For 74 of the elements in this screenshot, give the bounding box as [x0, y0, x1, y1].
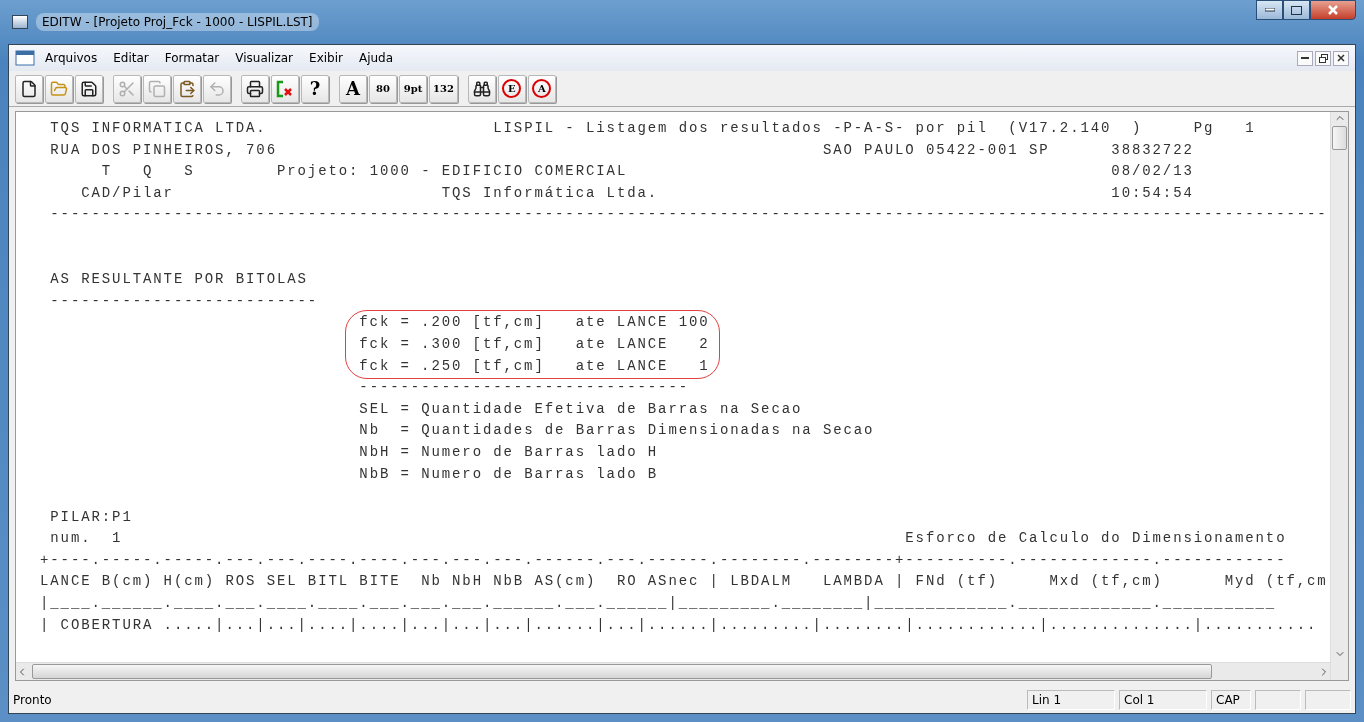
toolbar-button[interactable]: 132	[429, 74, 458, 103]
cut-icon	[118, 79, 136, 98]
listing-line: --------------------------	[49, 291, 319, 311]
open-folder-icon	[50, 79, 68, 98]
toolbar-button[interactable]	[467, 74, 496, 103]
menu-item[interactable]: Editar	[107, 49, 155, 67]
listing-line: T Q S Projeto: 1000 - EDIFICIO COMERCIAL 08/02/13	[100, 162, 1194, 182]
listing-line: |____.______.____.___.____.____.___.___.___.______.___.______|_________.________|_____________._____________.___________	[40, 594, 1277, 614]
toolbar-button[interactable]	[241, 74, 269, 103]
listing-line: TQS INFORMATICA LTDA. LISPIL - Listagem dos resultados -P-A-S- por pil (V17.2.140 ) Pg 1	[49, 119, 1256, 138]
listing-line: fck = .250 [tf,cm] ate LANCE 1	[359, 356, 710, 376]
listing-line: RUA DOS PINHEIROS, 706 SAO PAULO 05422-001 SP 38832722	[49, 140, 1194, 160]
status-panel	[1255, 690, 1301, 710]
close-button[interactable]	[1333, 50, 1349, 66]
listing-line: fck = .200 [tf,cm] ate LANCE 100	[359, 313, 710, 333]
minimize-icon	[1301, 56, 1309, 60]
menu-item[interactable]: Visualizar	[229, 49, 300, 67]
menu-item[interactable]: Arquivos	[39, 49, 104, 67]
close-icon	[1337, 54, 1345, 62]
binoculars-icon	[472, 79, 491, 98]
horizontal-scrollbar[interactable]	[16, 662, 1330, 680]
close-button[interactable]	[1310, 0, 1356, 20]
vertical-scrollbar[interactable]	[1330, 112, 1348, 680]
app-icon	[12, 15, 28, 29]
listing-line: LANCE B(cm) H(cm) ROS SEL BITL BITE Nb NbH NbB AS(cm) RO ASnec | LBDALM LAMBDA | FNd (tf) Mxd (tf,cm) Myd (tf,cm	[40, 572, 1328, 592]
toolbar-button[interactable]: E	[497, 74, 526, 103]
copy-icon	[148, 79, 166, 98]
scrollbar-thumb[interactable]	[1332, 126, 1347, 150]
toolbar-button[interactable]: ?	[301, 74, 329, 103]
toolbar-button[interactable]	[75, 74, 103, 103]
listing-line: num. 1 Esforco de Calculo do Dimensionamento	[49, 529, 1287, 549]
listing-line: fck = .300 [tf,cm] ate LANCE 2	[359, 334, 710, 354]
minimize-button[interactable]	[1256, 0, 1283, 20]
listing-line: SEL = Quantidade Efetiva de Barras na Secao	[358, 399, 803, 419]
listing-line: | COBERTURA .....|...|...|....|....|...|...|...|......|...|......|.........|........|............|..............|...........	[40, 615, 1318, 635]
scrollbar-thumb[interactable]	[32, 664, 1212, 679]
maximize-icon	[1291, 5, 1302, 15]
toolbar-button[interactable]: 9pt	[399, 74, 427, 103]
toolbar-button[interactable]: 80	[369, 74, 397, 103]
menu-item[interactable]: Formatar	[158, 49, 226, 67]
listing-line: AS RESULTANTE POR BITOLAS	[49, 270, 308, 290]
new-file-icon	[20, 79, 38, 98]
menu-item[interactable]: Exibir	[303, 49, 349, 67]
toolbar-button[interactable]: A	[339, 74, 367, 103]
restore-icon	[1318, 53, 1328, 63]
maximize-button[interactable]	[1283, 0, 1310, 20]
toolbar-button[interactable]	[15, 74, 43, 103]
save-icon	[80, 79, 98, 98]
status-panel: CAP	[1211, 690, 1251, 710]
toolbar-button[interactable]: A	[527, 74, 556, 103]
print-icon	[246, 79, 264, 98]
status-panel: Col 1	[1119, 690, 1207, 710]
undo-icon	[208, 79, 226, 98]
toolbar-button[interactable]	[173, 74, 201, 103]
listing-line: ----------------------------------------------------------------------------------------------------------------------------	[49, 205, 1328, 225]
listing-line: NbB = Numero de Barras lado B	[358, 464, 659, 484]
minimize-icon	[1264, 8, 1275, 12]
restore-button[interactable]	[1315, 50, 1331, 66]
status-panel	[1305, 690, 1351, 710]
listing-line: +----.-----.-----.---.---.----.----.---.---.---.------.---.------.--------.--------+----------.-------------.------------	[40, 550, 1287, 570]
status-message: Pronto	[13, 693, 53, 707]
minimize-button[interactable]	[1297, 50, 1313, 66]
listing-line: Nb = Quantidades de Barras Dimensionadas na Secao	[358, 421, 875, 441]
listing-line: PILAR:P1	[49, 507, 133, 527]
menu-item[interactable]: Ajuda	[352, 49, 400, 67]
window-title: EDITW - [Projeto Proj_Fck - 1000 - LISPIL.LST]	[36, 13, 319, 31]
status-panel: Lin 1	[1027, 690, 1115, 710]
exit-icon	[275, 79, 295, 98]
listing-line: NbH = Numero de Barras lado H	[358, 442, 659, 462]
listing-line: CAD/Pilar TQS Informática Ltda. 10:54:54	[80, 183, 1194, 203]
listing-line: --------------------------------	[358, 378, 689, 398]
close-icon	[1328, 5, 1338, 15]
document-icon	[15, 50, 35, 66]
paste-icon	[178, 79, 196, 98]
